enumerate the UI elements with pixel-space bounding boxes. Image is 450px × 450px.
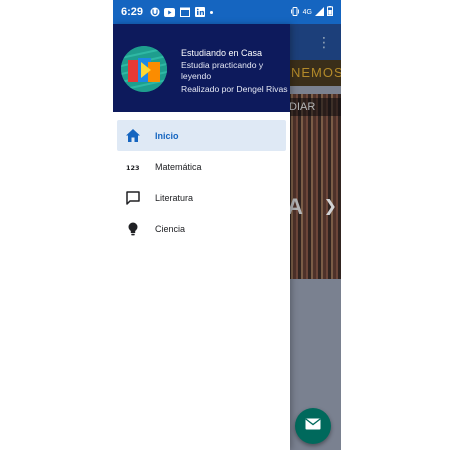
status-bar: 6:29 4G <box>113 0 341 24</box>
navigation-drawer: Estudiando en Casa Estudia practicando y… <box>113 24 290 450</box>
linkedin-icon <box>194 7 205 18</box>
phone-screen: 6:29 4G ⋮ NEMOS DIAR A ❯ Estudiando en C… <box>113 0 341 450</box>
mail-fab-button[interactable] <box>295 408 331 444</box>
more-vert-icon: ⋮ <box>317 34 331 50</box>
vibrate-icon <box>290 6 300 18</box>
menu-item-inicio[interactable]: Inicio <box>117 120 286 151</box>
app-logo <box>121 46 167 92</box>
menu-item-literatura[interactable]: Literatura <box>117 182 286 213</box>
status-time: 6:29 <box>121 6 144 18</box>
menu-item-matematica[interactable]: 123 Matemática <box>117 151 286 182</box>
battery-icon <box>327 6 333 18</box>
home-icon <box>124 127 142 145</box>
drawer-author: Realizado por Dengel Rivas <box>181 84 288 94</box>
drawer-subtitle: Estudia practicando y leyendo <box>181 60 264 81</box>
youtube-icon <box>164 7 176 18</box>
status-right: 4G <box>290 6 333 18</box>
dot-icon <box>209 7 213 18</box>
library-image-carousel: DIAR A ❯ <box>283 94 341 279</box>
drawer-menu: Inicio 123 Matemática Literatura Ciencia <box>113 120 290 244</box>
menu-item-label: Matemática <box>155 161 202 172</box>
drawer-header: Estudiando en Casa Estudia practicando y… <box>113 24 290 112</box>
menu-item-label: Ciencia <box>155 223 186 234</box>
menu-item-label: Inicio <box>155 130 179 141</box>
network-type: 4G <box>302 8 312 16</box>
numbers-123-icon: 123 <box>124 158 142 176</box>
menu-item-ciencia[interactable]: Ciencia <box>117 213 286 244</box>
carousel-caption: DIAR <box>283 98 341 116</box>
calendar-icon <box>179 7 190 18</box>
signal-icon <box>315 6 324 18</box>
svg-text:123: 123 <box>126 164 140 172</box>
mail-icon <box>305 417 321 435</box>
lightbulb-icon <box>124 220 142 238</box>
menu-item-label: Literatura <box>155 192 194 203</box>
drawer-title: Estudiando en Casa <box>181 48 263 58</box>
u-app-icon <box>149 7 160 18</box>
chevron-right-icon: ❯ <box>323 198 337 215</box>
chat-bubble-icon <box>124 189 142 207</box>
